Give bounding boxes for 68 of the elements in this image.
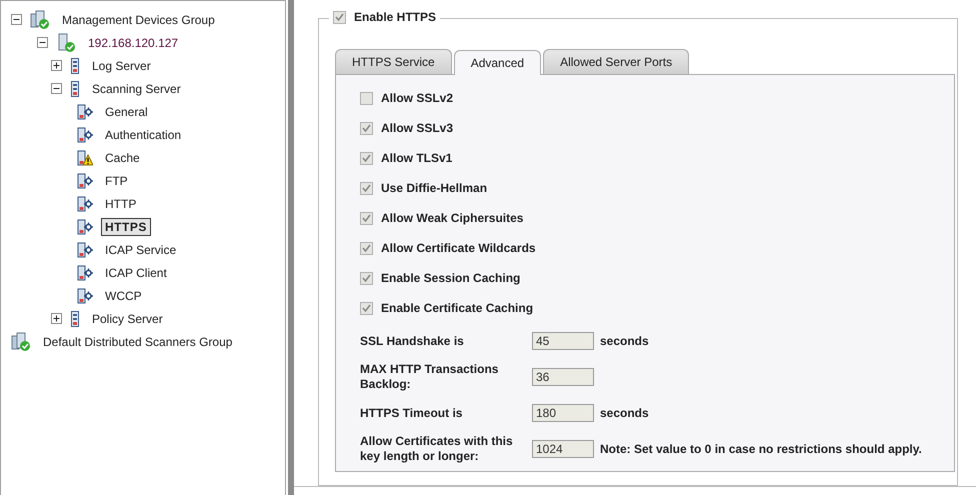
checkbox-label: Enable HTTPS — [354, 10, 436, 24]
tree-item[interactable]: Default Distributed Scanners Group — [39, 332, 236, 350]
field-label: SSL Handshake is — [360, 334, 465, 348]
expand-icon[interactable] — [51, 313, 62, 324]
server-warning-icon — [77, 150, 93, 166]
checkbox-label: Allow SSLv3 — [381, 121, 454, 135]
checkbox[interactable] — [360, 182, 373, 194]
checkbox[interactable] — [360, 242, 373, 254]
server-icon — [70, 58, 80, 74]
tree-item[interactable]: Management Devices Group — [58, 10, 219, 28]
server-icon — [70, 80, 80, 96]
checkbox[interactable] — [360, 302, 373, 314]
field-hint: seconds — [600, 406, 649, 420]
tab[interactable]: HTTPS Service — [335, 49, 452, 74]
tree-item[interactable]: ICAP Service — [101, 240, 180, 258]
checkbox-label: Use Diffie-Hellman — [381, 181, 488, 195]
tree-item[interactable]: Log Server — [88, 56, 155, 74]
tree-item[interactable]: FTP — [101, 172, 132, 190]
server-gear-icon — [77, 264, 93, 280]
server-gear-icon — [77, 104, 93, 120]
server-group-icon — [30, 10, 50, 30]
tree-item[interactable]: HTTPS — [101, 218, 151, 236]
server-icon — [70, 310, 80, 326]
checkbox[interactable] — [360, 212, 373, 224]
server-gear-icon — [77, 242, 93, 258]
field-label: MAX HTTP Transactions Backlog: — [360, 362, 500, 392]
field-label: HTTPS Timeout is — [360, 406, 464, 420]
input-field[interactable]: 45 — [532, 332, 594, 350]
field-hint: Note: Set value to 0 in case no restrictions should apply. — [600, 442, 922, 456]
checkbox[interactable] — [360, 92, 373, 104]
tree-item[interactable]: Authentication — [101, 126, 186, 144]
server-gear-icon — [77, 218, 93, 234]
checkbox[interactable] — [333, 10, 346, 24]
tab[interactable]: Allowed Server Ports — [543, 49, 690, 74]
tree-item[interactable]: Policy Server — [88, 310, 167, 328]
tree-item[interactable]: Cache — [101, 148, 144, 166]
collapse-icon[interactable] — [51, 83, 62, 94]
checkbox-label: Allow SSLv2 — [381, 91, 454, 105]
field-label: Allow Certificates with this key length or longer: — [360, 434, 514, 464]
input-field[interactable]: 180 — [532, 404, 594, 422]
expand-icon[interactable] — [51, 60, 62, 71]
checkbox-label: Enable Session Caching — [381, 271, 520, 285]
checkbox-label: Allow TLSv1 — [381, 151, 452, 165]
input-field[interactable]: 36 — [532, 368, 594, 386]
tree-item[interactable]: Scanning Server — [88, 80, 185, 98]
checkbox-label: Allow Weak Ciphersuites — [381, 211, 524, 225]
server-gear-icon — [77, 126, 93, 142]
server-gear-icon — [77, 196, 93, 212]
server-gear-icon — [77, 288, 93, 304]
tree-item[interactable]: WCCP — [101, 286, 146, 304]
splitter-handle[interactable] — [288, 0, 294, 495]
server-gear-icon — [77, 172, 93, 188]
collapse-icon[interactable] — [37, 37, 48, 48]
server-check-icon — [56, 32, 76, 52]
field-hint: seconds — [600, 334, 649, 348]
tree-item[interactable]: HTTP — [101, 194, 140, 212]
tree-item[interactable]: 192.168.120.127 — [84, 34, 182, 52]
collapse-icon[interactable] — [11, 14, 22, 25]
input-field[interactable]: 1024 — [532, 440, 594, 458]
tree-item[interactable]: General — [101, 102, 152, 120]
checkbox[interactable] — [360, 272, 373, 284]
tab[interactable]: Advanced — [454, 50, 542, 75]
checkbox-label: Enable Certificate Caching — [381, 301, 534, 315]
checkbox-label: Allow Certificate Wildcards — [381, 241, 536, 255]
server-group-icon — [11, 332, 31, 352]
tree-item[interactable]: ICAP Client — [101, 264, 171, 282]
checkbox[interactable] — [360, 122, 373, 134]
checkbox[interactable] — [360, 152, 373, 164]
